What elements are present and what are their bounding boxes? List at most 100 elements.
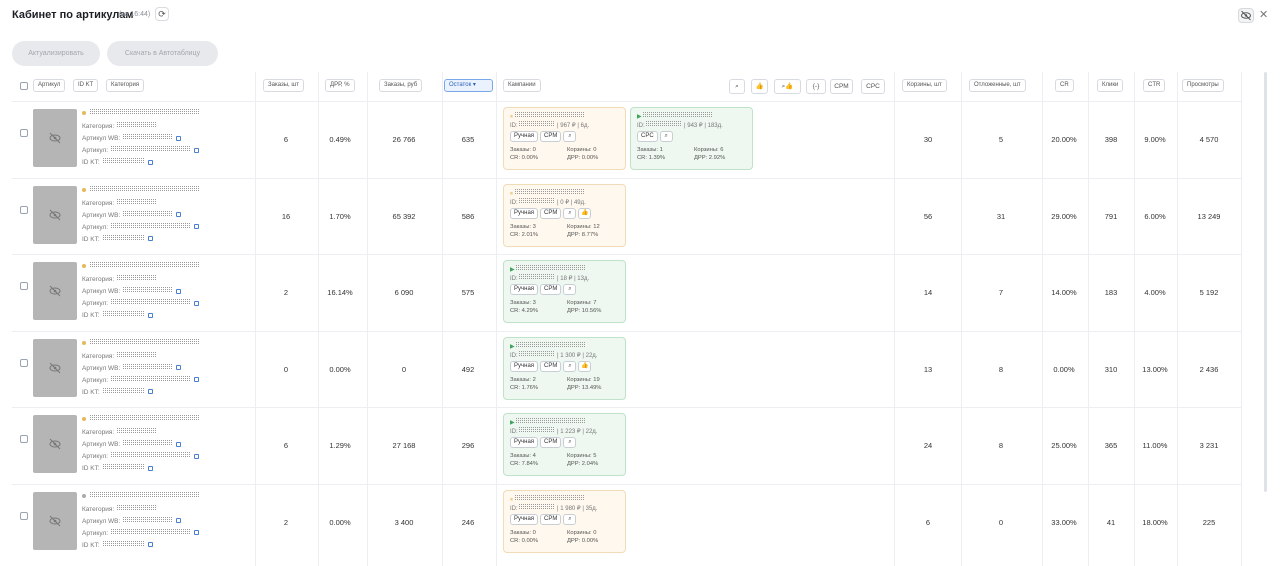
meta-label: Артикул: bbox=[82, 376, 109, 384]
table-row[interactable]: Категория: Артикул WB: Артикул: ID KT: 16 1.7… bbox=[12, 178, 1241, 255]
meta-label: ID KT: bbox=[82, 388, 100, 396]
search-icon[interactable]: ⌕ bbox=[563, 360, 577, 372]
copy-icon[interactable] bbox=[194, 453, 200, 459]
cpc-tag[interactable]: CPC bbox=[637, 131, 658, 142]
col-views-header[interactable]: Просмотры bbox=[1182, 79, 1224, 92]
product-name bbox=[82, 338, 200, 347]
cpm-tag[interactable]: CPM bbox=[540, 360, 562, 372]
campaign-card[interactable]: ▶ ID: | 18 ₽ | 13д. Ручная CPM ⌕ Заказы: 3 Ко… bbox=[503, 260, 626, 323]
row-checkbox[interactable] bbox=[20, 511, 28, 520]
col-stock-header[interactable]: Остаток ▾ bbox=[444, 79, 493, 92]
table-row[interactable]: Категория: Артикул WB: Артикул: ID KT: 2 0.00… bbox=[12, 484, 1241, 561]
meta-label: Категория: bbox=[82, 276, 115, 283]
filter-cpm-chip[interactable]: CPM bbox=[830, 79, 853, 94]
copy-icon[interactable] bbox=[176, 518, 182, 524]
copy-icon[interactable] bbox=[194, 147, 200, 153]
copy-icon[interactable] bbox=[194, 377, 200, 383]
filter-like-icon[interactable]: 👍 bbox=[751, 79, 768, 94]
copy-icon[interactable] bbox=[176, 135, 182, 141]
campaign-card[interactable]: ▶ ID: | 1 300 ₽ | 22д. Ручная CPM ⌕ 👍 Заказы:… bbox=[503, 336, 626, 400]
copy-icon[interactable] bbox=[147, 465, 153, 471]
cpm-tag[interactable]: CPM bbox=[540, 513, 562, 525]
search-icon[interactable]: ⌕ bbox=[563, 131, 577, 142]
select-all-checkbox[interactable] bbox=[20, 82, 28, 90]
copy-icon[interactable] bbox=[147, 542, 153, 548]
stat-label: Заказы: bbox=[510, 529, 531, 536]
campaign-card[interactable]: ▶ ID: | 943 ₽ | 183д. CPC ⌕ Заказы: 1 Корзин… bbox=[630, 107, 753, 170]
copy-icon[interactable] bbox=[176, 212, 182, 218]
actualize-button[interactable]: Актуализировать bbox=[12, 41, 100, 66]
filter-search-icon[interactable]: ⌕ bbox=[729, 79, 745, 94]
row-checkbox[interactable] bbox=[20, 282, 28, 290]
download-autotable-button[interactable]: Скачать в Автотаблицу bbox=[107, 41, 218, 66]
copy-icon[interactable] bbox=[176, 288, 182, 294]
filter-idkt-chip[interactable]: ID KT bbox=[73, 79, 99, 92]
copy-icon[interactable] bbox=[147, 236, 153, 242]
copy-icon[interactable] bbox=[147, 159, 153, 165]
manual-tag[interactable]: Ручная bbox=[510, 360, 539, 372]
campaign-card[interactable]: ⏸ ID: | 0 ₽ | 49д. Ручная CPM ⌕ 👍 Заказы: 3 Ко… bbox=[503, 183, 626, 247]
campaign-orders: Заказы: 0 bbox=[510, 147, 536, 153]
redacted-text bbox=[514, 188, 585, 195]
copy-icon[interactable] bbox=[194, 300, 200, 306]
meta-label: Категория: bbox=[82, 505, 115, 513]
col-carts-header[interactable]: Корзины, шт bbox=[902, 79, 947, 92]
manual-tag[interactable]: Ручная bbox=[510, 207, 539, 219]
search-icon[interactable]: ⌕ bbox=[563, 207, 577, 219]
like-icon[interactable]: 👍 bbox=[578, 360, 592, 372]
filter-category-chip[interactable]: Категория bbox=[106, 79, 145, 92]
like-icon[interactable]: 👍 bbox=[578, 207, 592, 219]
copy-icon[interactable] bbox=[194, 530, 200, 536]
stat-label: Корзины: bbox=[567, 529, 592, 536]
manual-tag[interactable]: Ручная bbox=[510, 437, 539, 448]
redacted-text bbox=[514, 112, 585, 118]
filter-cpc-chip[interactable]: CPC bbox=[861, 79, 885, 94]
col-orders-header[interactable]: Заказы, шт bbox=[263, 79, 304, 92]
meta-art-wb: Артикул WB: bbox=[82, 210, 182, 219]
row-checkbox[interactable] bbox=[20, 205, 28, 214]
search-icon[interactable]: ⌕ bbox=[563, 284, 577, 295]
filter-article-chip[interactable]: Артикул bbox=[33, 79, 66, 92]
search-icon[interactable]: ⌕ bbox=[563, 437, 577, 448]
filter-braces-chip[interactable]: {-} bbox=[806, 79, 826, 94]
campaign-card[interactable]: ▶ ID: | 1 223 ₽ | 22д. Ручная CPM ⌕ Заказы: … bbox=[503, 413, 626, 476]
refresh-icon[interactable]: ⟳ bbox=[155, 7, 169, 21]
search-icon[interactable]: ⌕ bbox=[563, 513, 577, 525]
table-row[interactable]: Категория: Артикул WB: Артикул: ID KT: 6 0.49… bbox=[12, 101, 1241, 178]
hide-eye-icon[interactable] bbox=[1238, 8, 1254, 23]
cpm-tag[interactable]: CPM bbox=[540, 284, 562, 295]
copy-icon[interactable] bbox=[176, 365, 182, 371]
manual-tag[interactable]: Ручная bbox=[510, 513, 539, 525]
col-deferred-header[interactable]: Отложенные, шт bbox=[969, 79, 1026, 92]
row-checkbox[interactable] bbox=[20, 129, 28, 137]
copy-icon[interactable] bbox=[147, 389, 153, 395]
cpm-tag[interactable]: CPM bbox=[540, 131, 562, 142]
manual-tag[interactable]: Ручная bbox=[510, 284, 539, 295]
stat-value: 5 bbox=[593, 453, 597, 459]
cpm-tag[interactable]: CPM bbox=[540, 437, 562, 448]
cpm-tag[interactable]: CPM bbox=[540, 207, 562, 219]
campaign-card[interactable]: ⏸ ID: | 1 980 ₽ | 35д. Ручная CPM ⌕ Заказы: … bbox=[503, 489, 626, 553]
row-checkbox[interactable] bbox=[20, 358, 28, 367]
stat-label: Заказы: bbox=[510, 147, 531, 153]
filter-search-like-icon[interactable]: ⌕👍 bbox=[774, 79, 801, 94]
close-icon[interactable]: ✕ bbox=[1259, 8, 1268, 21]
copy-icon[interactable] bbox=[176, 441, 182, 447]
copy-icon[interactable] bbox=[194, 224, 200, 230]
col-orders-rub-header[interactable]: Заказы, руб bbox=[379, 79, 423, 92]
col-drr-header[interactable]: ДРР, % bbox=[325, 79, 355, 92]
table-row[interactable]: Категория: Артикул WB: Артикул: ID KT: 0 0.00… bbox=[12, 331, 1241, 408]
table-row[interactable]: Категория: Артикул WB: Артикул: ID KT: 6 1.29… bbox=[12, 407, 1241, 484]
col-clicks-header[interactable]: Клики bbox=[1097, 79, 1124, 92]
scrollbar[interactable] bbox=[1264, 72, 1267, 492]
row-checkbox[interactable] bbox=[20, 435, 28, 443]
search-icon[interactable]: ⌕ bbox=[659, 131, 673, 142]
manual-tag[interactable]: Ручная bbox=[510, 131, 539, 142]
table-row[interactable]: Категория: Артикул WB: Артикул: ID KT: 2 16.1… bbox=[12, 254, 1241, 331]
meta-label: Категория: bbox=[82, 123, 115, 130]
col-ctr-header[interactable]: CTR bbox=[1143, 79, 1166, 92]
campaign-card[interactable]: ⏸ ID: | 967 ₽ | 6д. Ручная CPM ⌕ Заказы: 0 Ко… bbox=[503, 107, 626, 170]
col-campaigns-header[interactable]: Кампании bbox=[503, 79, 541, 92]
copy-icon[interactable] bbox=[147, 312, 153, 318]
col-cr-header[interactable]: CR bbox=[1055, 79, 1074, 92]
